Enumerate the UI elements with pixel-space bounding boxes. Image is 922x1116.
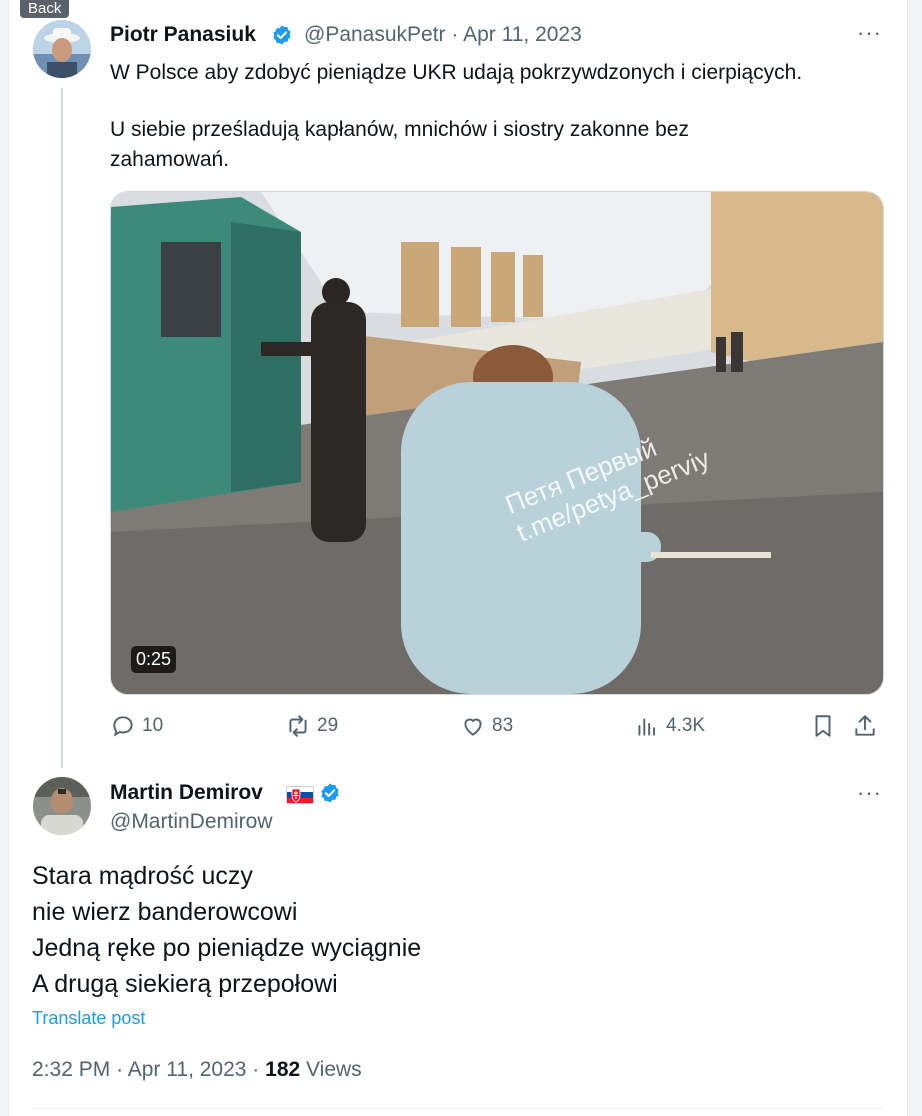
tweet-text-line-2: U siebie prześladują kapłanów, mnichów i… — [110, 118, 689, 141]
bookmark-button[interactable] — [810, 713, 836, 739]
author-name[interactable]: Piotr Panasiuk — [110, 23, 256, 47]
slovakia-flag-icon — [286, 786, 314, 804]
video-duration: 0:25 — [131, 646, 177, 673]
reply-count: 10 — [142, 715, 164, 736]
tweet-date[interactable]: Apr 11, 2023 — [463, 23, 582, 46]
back-button[interactable]: Back — [20, 0, 70, 18]
share-icon — [855, 715, 875, 736]
reply-author-handle[interactable]: @MartinDemirow — [110, 810, 273, 834]
divider — [32, 1108, 882, 1109]
heart-icon — [464, 718, 482, 736]
reply-button[interactable]: 10 — [110, 713, 163, 739]
reply-line: A drugą siekierą przepołowi — [32, 970, 338, 998]
avatar[interactable] — [33, 777, 91, 835]
more-options-icon[interactable]: ··· — [857, 20, 882, 46]
post-date[interactable]: Apr 11, 2023 — [128, 1058, 247, 1081]
post-timestamp: 2:32 PM · Apr 11, 2023 · 182 Views — [32, 1058, 362, 1081]
views-label: Views — [306, 1058, 362, 1081]
views-button[interactable]: 4.3K — [634, 713, 705, 739]
bookmark-icon — [815, 715, 831, 737]
views-count: 4.3K — [666, 715, 706, 736]
repost-count: 29 — [317, 715, 339, 736]
verified-badge-icon — [273, 25, 291, 45]
post-time[interactable]: 2:32 PM — [32, 1058, 110, 1081]
left-frame — [0, 0, 9, 1116]
video-thumbnail — [111, 192, 883, 694]
share-button[interactable] — [852, 713, 878, 739]
video-player[interactable]: Петя Первый t.me/petya_perviy 0:25 — [110, 191, 884, 695]
translate-post-link[interactable]: Translate post — [32, 1008, 145, 1029]
reply-line: nie wierz banderowcowi — [32, 898, 298, 926]
views-count: 182 — [265, 1058, 301, 1081]
author-handle[interactable]: @PanasukPetr — [304, 23, 446, 46]
tweet-text-line-3: zahamowań. — [110, 148, 230, 171]
avatar[interactable] — [33, 20, 91, 78]
thread-line — [61, 88, 63, 768]
repost-icon — [289, 715, 307, 737]
separator-dot: · — [451, 23, 459, 46]
like-count: 83 — [492, 715, 514, 736]
reply-author-name[interactable]: Martin Demirov — [110, 781, 263, 805]
tweet-text-line-1: W Polsce aby zdobyć pieniądze UKR udają … — [110, 61, 803, 84]
reply-icon — [113, 716, 133, 737]
reply-line: Stara mądrość uczy — [32, 862, 253, 890]
more-options-icon[interactable]: ··· — [857, 780, 882, 806]
views-chart-icon — [638, 718, 656, 736]
like-button[interactable]: 83 — [460, 713, 513, 739]
verified-badge-icon — [321, 783, 339, 803]
repost-button[interactable]: 29 — [285, 713, 338, 739]
reply-line: Jedną ręke po pieniądze wyciągnie — [32, 934, 422, 962]
right-frame — [907, 0, 922, 1116]
reply-text: Stara mądrość uczy nie wierz banderowcow… — [32, 858, 421, 1002]
